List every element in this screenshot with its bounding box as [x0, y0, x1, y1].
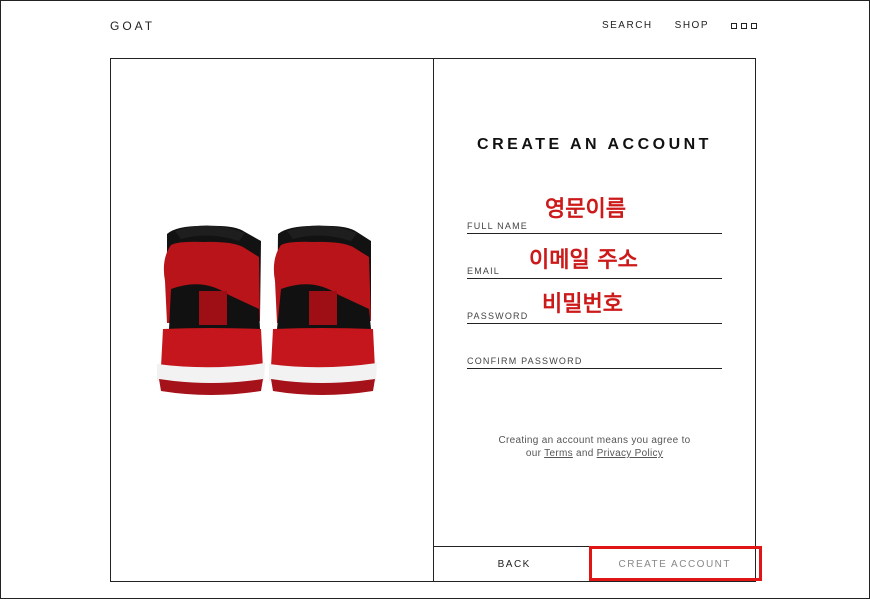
password-field[interactable]: PASSWORD 비밀번호 — [467, 294, 722, 324]
create-account-button[interactable]: CREATE ACCOUNT — [595, 547, 756, 581]
confirm-password-field[interactable]: CONFIRM PASSWORD — [467, 348, 722, 369]
agreement-and: and — [575, 448, 594, 459]
product-image-pane — [111, 59, 433, 581]
form-title: CREATE AN ACCOUNT — [477, 136, 712, 153]
nav-search-link[interactable]: SEARCH — [602, 20, 653, 31]
nav-shop-link[interactable]: SHOP — [675, 20, 709, 31]
signup-card: CREATE AN ACCOUNT FULL NAME 영문이름 EMAIL 이… — [110, 58, 756, 582]
password-annotation: 비밀번호 — [542, 292, 623, 317]
form-footer: BACK CREATE ACCOUNT — [434, 546, 755, 581]
more-dots-icon[interactable] — [731, 22, 757, 29]
agreement-prefix: our — [525, 448, 542, 459]
back-button[interactable]: BACK — [434, 547, 595, 581]
terms-link[interactable]: Terms — [544, 448, 573, 459]
agreement-line2: our Terms and Privacy Policy — [434, 447, 755, 460]
privacy-policy-link[interactable]: Privacy Policy — [597, 448, 663, 459]
top-nav: SEARCH SHOP — [602, 20, 757, 31]
agreement-text: Creating an account means you agree to o… — [434, 434, 755, 460]
email-field[interactable]: EMAIL 이메일 주소 — [467, 250, 722, 279]
sneaker-image — [157, 225, 377, 395]
full-name-field[interactable]: FULL NAME 영문이름 — [467, 199, 722, 234]
full-name-annotation: 영문이름 — [545, 197, 626, 222]
agreement-line1: Creating an account means you agree to — [498, 435, 691, 446]
goat-logo[interactable]: GOAT — [110, 19, 155, 33]
confirm-password-input[interactable] — [467, 348, 722, 368]
signup-form: CREATE AN ACCOUNT FULL NAME 영문이름 EMAIL 이… — [434, 59, 755, 581]
email-annotation: 이메일 주소 — [529, 248, 638, 273]
